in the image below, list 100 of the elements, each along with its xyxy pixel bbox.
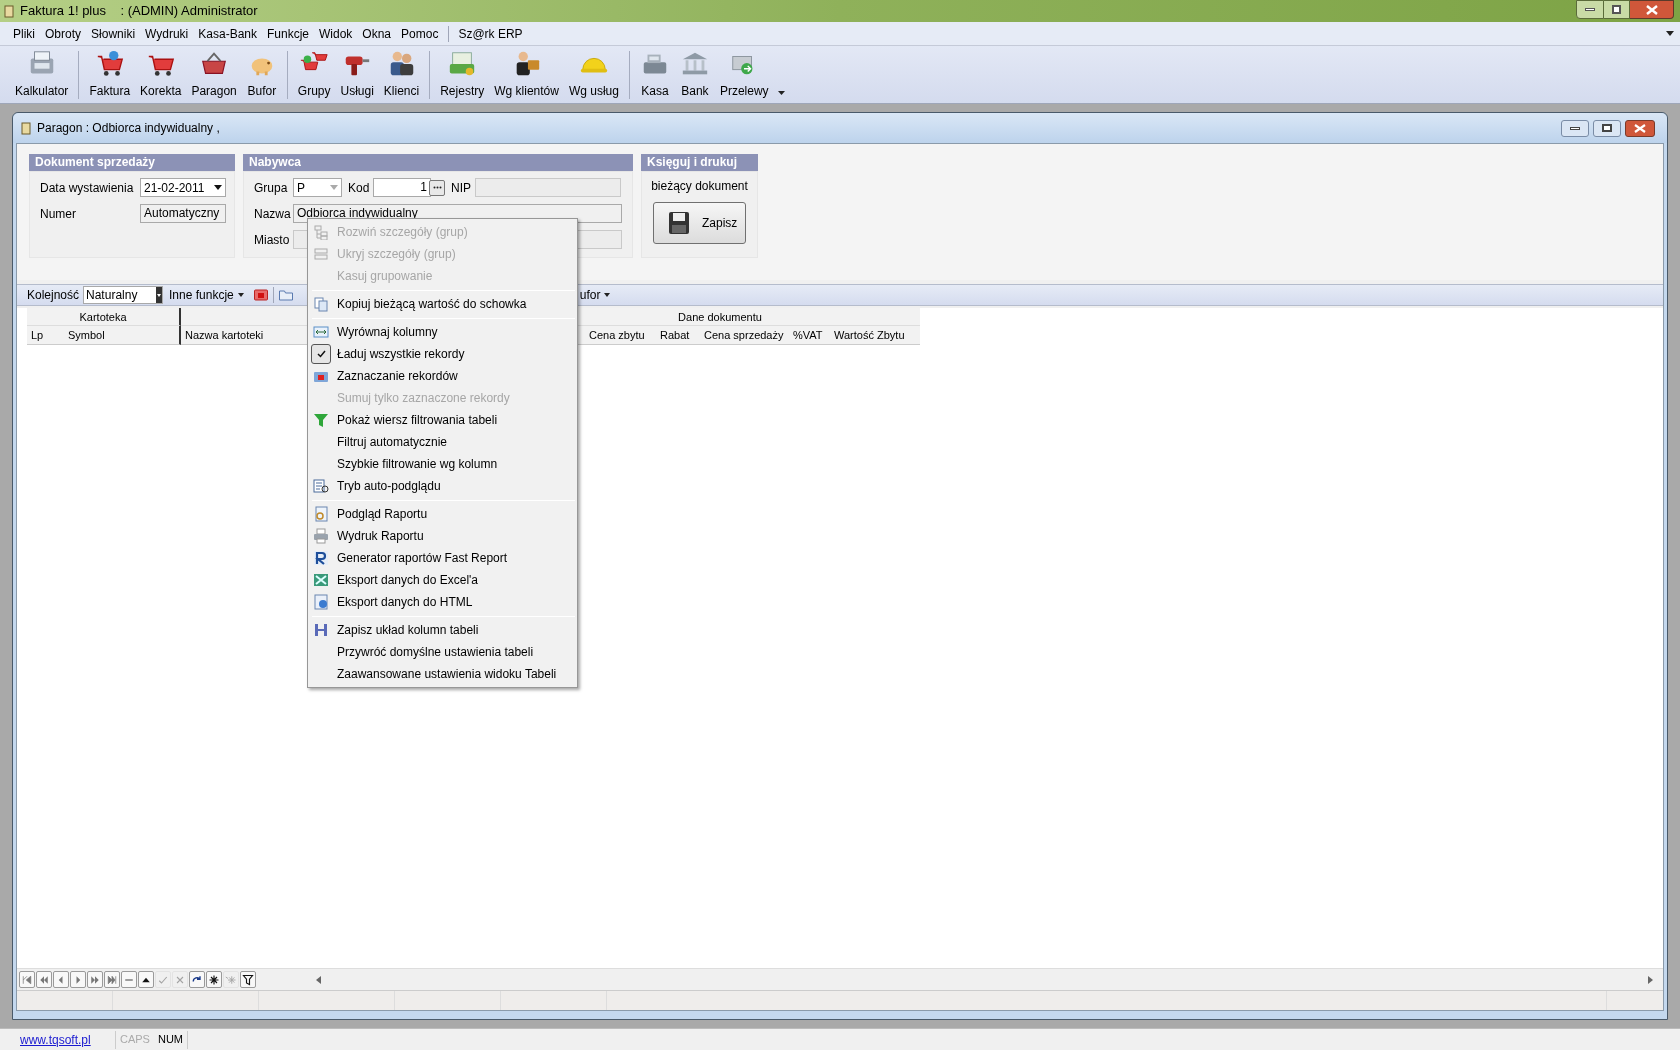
menu-item[interactable]: Widok	[314, 24, 358, 43]
minimize-icon	[1585, 8, 1595, 11]
column-layout-icon	[313, 622, 329, 638]
dropdown-arrow-icon[interactable]	[1666, 31, 1674, 36]
group-header: Nabywca	[243, 154, 633, 171]
toolbar-button[interactable]: Faktura	[84, 47, 136, 102]
column-header[interactable]: Cena sprzedaży	[700, 326, 789, 345]
close-button[interactable]	[1630, 0, 1674, 19]
context-menu-item[interactable]: Eksport danych do Excel'a	[308, 569, 577, 591]
dropdown-arrow-icon[interactable]	[777, 90, 785, 95]
context-menu-item[interactable]: Zaawansowane ustawienia widoku Tabeli	[308, 663, 577, 685]
restore-button[interactable]	[1604, 0, 1630, 19]
dropdown-arrow-icon	[214, 185, 222, 190]
context-menu-item[interactable]: Pokaż wiersz filtrowania tabeli	[308, 409, 577, 431]
menu-item[interactable]: Obroty	[40, 24, 87, 43]
ellipsis-icon	[432, 186, 442, 189]
toolbar-button[interactable]: Klienci	[378, 47, 425, 102]
toolbar-button[interactable]: Grupy	[292, 47, 336, 102]
context-menu-item[interactable]: Zapisz układ kolumn tabeli	[308, 619, 577, 641]
toolbar-button[interactable]: Bufor	[241, 47, 282, 102]
column-header[interactable]: Lp	[27, 326, 64, 345]
last-record-icon	[106, 973, 118, 986]
field-label: Numer	[40, 205, 77, 223]
menu-item[interactable]: Słowniki	[86, 24, 141, 43]
context-menu-item[interactable]: Tryb auto-podglądu	[308, 475, 577, 497]
context-menu-item[interactable]: Wydruk Raportu	[308, 525, 577, 547]
order-dropdown[interactable]: Naturalny	[83, 286, 164, 304]
group-dropdown[interactable]: P	[293, 178, 342, 197]
asterisk-icon	[225, 973, 237, 986]
context-menu-item[interactable]: Przywróć domyślne ustawienia tabeli	[308, 641, 577, 663]
column-header[interactable]: Cena zbytu	[585, 326, 656, 345]
menu-item[interactable]: Okna	[357, 24, 397, 43]
other-functions-button[interactable]: Inne funkcje	[169, 286, 244, 304]
dropdown-arrow-icon	[330, 185, 338, 190]
context-menu-item[interactable]: Zaznaczanie rekordów	[308, 365, 577, 387]
column-header[interactable]: Wartość Zbytu	[830, 326, 920, 345]
scroll-left-arrow-icon[interactable]	[316, 975, 321, 984]
menu-item[interactable]: Kasa-Bank	[193, 24, 262, 43]
toolbar-button[interactable]: Wg usług	[563, 47, 624, 102]
browse-button[interactable]	[429, 179, 445, 196]
toolbar-button[interactable]: Bank	[674, 47, 715, 102]
context-menu-item[interactable]: Podgląd Raportu	[308, 503, 577, 525]
preview-icon	[313, 478, 329, 494]
minimize-button[interactable]	[1561, 119, 1589, 137]
dropdown-arrow-icon	[157, 293, 162, 297]
toolbar-button[interactable]: Wg klientów	[489, 47, 564, 102]
context-menu-item[interactable]: Generator raportów Fast Report	[308, 547, 577, 569]
menu-item[interactable]: Sz@rk ERP	[454, 24, 527, 43]
close-button[interactable]	[1625, 119, 1655, 137]
caption: bieżący dokument	[651, 178, 748, 195]
folder-icon[interactable]	[278, 289, 293, 301]
spreadsheet-export-icon	[313, 572, 329, 588]
restore-icon	[1612, 5, 1621, 14]
app-icon	[4, 4, 14, 18]
column-header[interactable]: %VAT	[789, 326, 830, 345]
menu-item[interactable]: Wydruki	[140, 24, 194, 43]
toolbar-button[interactable]: Kalkulator	[10, 47, 74, 102]
field-label: Data wystawienia	[40, 179, 135, 197]
toolbar-button[interactable]: Korekta	[135, 47, 187, 102]
code-field[interactable]: 1	[373, 178, 431, 197]
menu-item[interactable]: Pliki	[8, 24, 40, 43]
menu-item[interactable]: Funkcje	[262, 24, 314, 43]
context-menu-item[interactable]: Filtruj automatycznie	[308, 431, 577, 453]
column-band-header: Kartoteka	[27, 308, 181, 326]
save-button[interactable]: Zapisz	[653, 202, 746, 244]
toolbar-button[interactable]: Usługi	[335, 47, 379, 102]
minimize-button[interactable]	[1576, 0, 1604, 19]
context-menu-item[interactable]: Szybkie filtrowanie wg kolumn	[308, 453, 577, 475]
menu-item[interactable]: Pomoc	[396, 24, 444, 43]
field-label: NIP	[451, 179, 472, 197]
group-header: Dokument sprzedaży	[29, 154, 235, 171]
navigator-button[interactable]	[138, 971, 154, 988]
navigator-button[interactable]	[189, 971, 205, 988]
toolbar-button[interactable]: ufor	[579, 286, 611, 304]
toolbar-button[interactable]: Paragon	[186, 47, 242, 102]
navigator-button[interactable]	[240, 971, 256, 988]
checkmark-icon	[316, 350, 326, 358]
folder-mark-icon[interactable]	[253, 289, 268, 301]
maximize-button[interactable]	[1593, 119, 1621, 137]
copy-icon	[313, 296, 329, 312]
printer-icon	[313, 528, 329, 544]
number-field[interactable]: Automatyczny	[140, 204, 226, 223]
nip-field[interactable]	[475, 178, 621, 197]
toolbar-button[interactable]: Przelewy	[714, 47, 774, 102]
toolbar-button[interactable]: Rejestry	[435, 47, 490, 102]
scroll-right-arrow-icon[interactable]	[1648, 975, 1653, 984]
context-menu-item[interactable]: Eksport danych do HTML	[308, 591, 577, 613]
columns-icon	[313, 324, 329, 340]
maximize-icon	[1602, 124, 1612, 132]
website-link[interactable]: www.tqsoft.pl	[20, 1030, 115, 1049]
field-label: Kod	[348, 179, 371, 197]
web-page-export-icon	[313, 594, 329, 610]
toolbar-button[interactable]: Kasa	[634, 47, 675, 102]
minimize-icon	[1570, 126, 1580, 130]
navigator-button[interactable]	[206, 971, 222, 988]
column-header[interactable]: Symbol	[64, 326, 181, 345]
context-menu-item[interactable]: Ładuj wszystkie rekordy	[308, 343, 577, 365]
column-header[interactable]: Rabat	[656, 326, 700, 345]
window-title: Faktura 1! plus : (ADMIN) Administrator	[20, 2, 258, 21]
date-picker[interactable]: 21-02-2011	[140, 178, 226, 197]
